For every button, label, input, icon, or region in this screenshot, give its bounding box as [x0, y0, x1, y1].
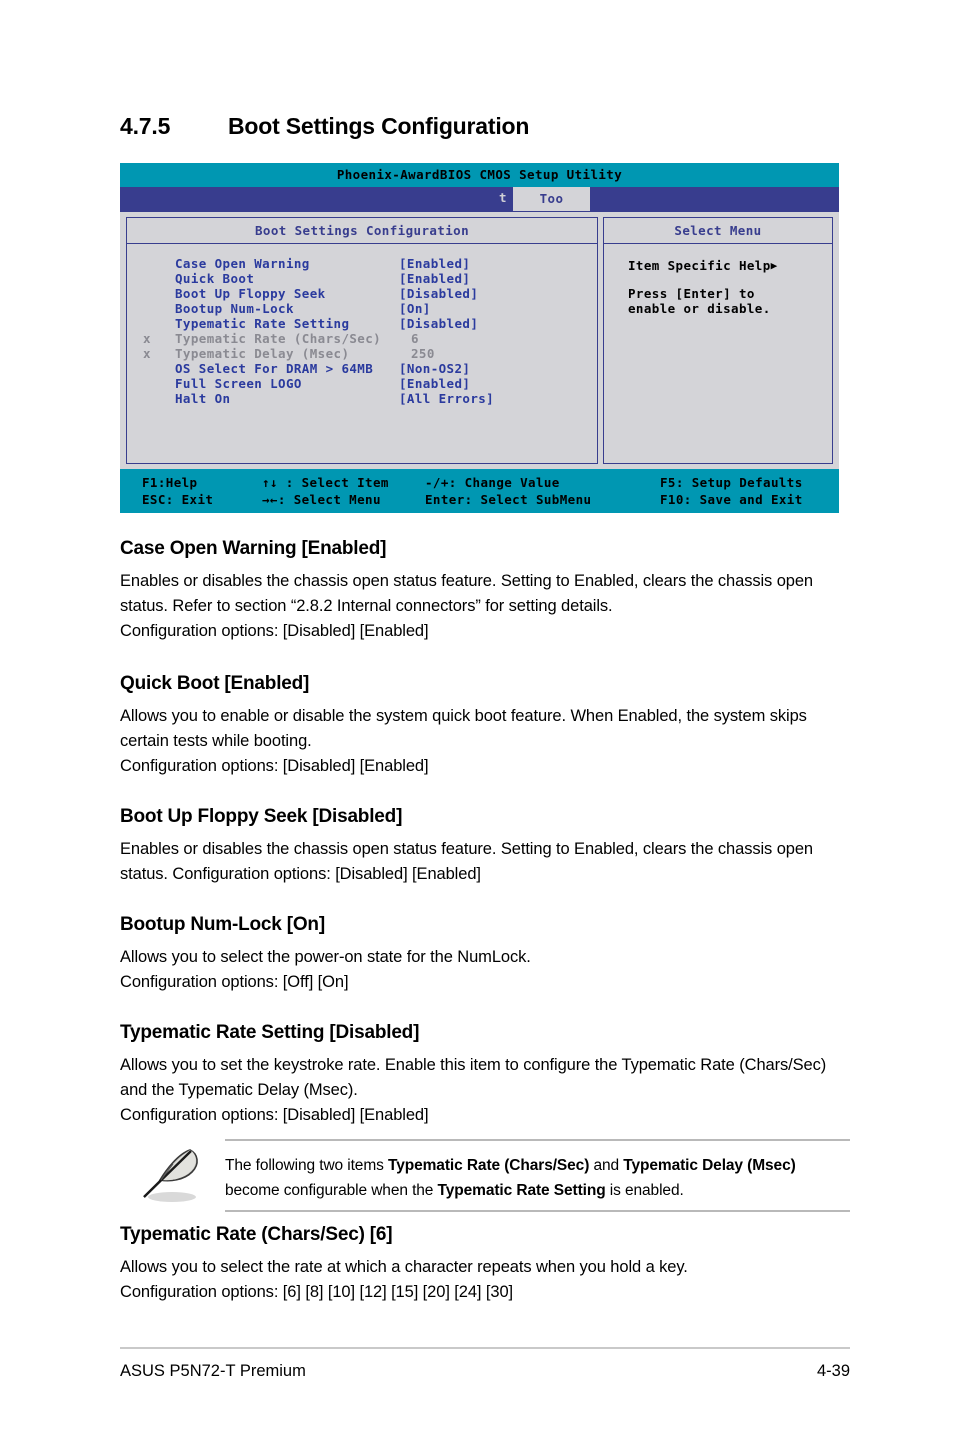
- bios-help-body: Item Specific Help▶ Press [Enter] to ena…: [604, 244, 832, 316]
- bios-option-row[interactable]: Typematic Rate Setting [Disabled]: [127, 316, 597, 331]
- bios-option-disabled-mark: x: [143, 346, 151, 361]
- bios-help-title: Item Specific Help▶: [628, 258, 832, 273]
- bios-option-value[interactable]: 6: [411, 331, 419, 346]
- block-title: Case Open Warning [Enabled]: [120, 538, 387, 559]
- legend-change-value: -/+: Change Value: [425, 475, 560, 490]
- section-title: Boot Settings Configuration: [228, 113, 530, 139]
- bios-setup-screenshot: Phoenix-AwardBIOS CMOS Setup Utility t T…: [120, 163, 839, 513]
- bios-option-label: Boot Up Floppy Seek: [175, 286, 326, 301]
- bios-help-title-text: Item Specific Help: [628, 258, 771, 273]
- bios-option-value[interactable]: [All Errors]: [399, 391, 494, 406]
- bios-menu-bar[interactable]: t Too: [120, 187, 839, 211]
- note-rule-top: [225, 1139, 850, 1141]
- content-block: Typematic Rate Setting [Disabled] Allows …: [120, 1022, 850, 1128]
- bios-option-value[interactable]: [Enabled]: [399, 376, 470, 391]
- page-number: 4-39: [816, 1362, 850, 1380]
- bios-option-label: Typematic Delay (Msec): [175, 346, 350, 361]
- bios-left-panel: Boot Settings Configuration Case Open Wa…: [126, 217, 598, 464]
- bios-option-value[interactable]: [Enabled]: [399, 256, 470, 271]
- bios-option-value[interactable]: [Non-OS2]: [399, 361, 470, 376]
- bios-option-value[interactable]: 250: [411, 346, 435, 361]
- block-title: Bootup Num-Lock [On]: [120, 914, 325, 935]
- legend-f1-help: F1:Help: [142, 475, 198, 490]
- bios-title-bar: Phoenix-AwardBIOS CMOS Setup Utility: [120, 163, 839, 187]
- triangle-right-icon: ▶: [770, 259, 778, 272]
- bios-option-label: Halt On: [175, 391, 231, 406]
- bios-menu-tab-tools[interactable]: Too: [513, 187, 590, 211]
- bios-option-row[interactable]: Bootup Num-Lock [On]: [127, 301, 597, 316]
- bios-right-panel: Select Menu Item Specific Help▶ Press [E…: [603, 217, 833, 464]
- bios-option-value[interactable]: [On]: [399, 301, 431, 316]
- block-paragraph: Allows you to select the rate at which a…: [120, 1258, 688, 1276]
- manual-page: 4.7.5 Boot Settings Configuration Phoenix…: [0, 0, 954, 1438]
- bios-option-label: Quick Boot: [175, 271, 255, 286]
- block-paragraph: Configuration options: [Disabled] [Enabl…: [120, 622, 429, 640]
- bios-left-panel-header: Boot Settings Configuration: [127, 218, 597, 244]
- bios-option-list[interactable]: Case Open Warning [Enabled] Quick Boot [Ena…: [127, 244, 597, 406]
- bios-body: Boot Settings Configuration Case Open Wa…: [120, 211, 839, 469]
- content-block: Case Open Warning [Enabled] Enables or di…: [120, 538, 850, 644]
- bios-option-row[interactable]: Case Open Warning [Enabled]: [127, 256, 597, 271]
- content-block: Bootup Num-Lock [On] Allows you to select…: [120, 914, 850, 995]
- bios-option-value[interactable]: [Enabled]: [399, 271, 470, 286]
- block-title: Typematic Rate (Chars/Sec) [6]: [120, 1224, 393, 1245]
- bios-option-label: Full Screen LOGO: [175, 376, 302, 391]
- bios-option-disabled-mark: x: [143, 331, 151, 346]
- bios-menu-partial-label: t: [499, 190, 507, 205]
- bios-option-row[interactable]: Boot Up Floppy Seek [Disabled]: [127, 286, 597, 301]
- feather-pen-icon: [128, 1144, 214, 1206]
- bios-help-text: Press [Enter] to enable or disable.: [628, 286, 771, 316]
- bios-option-label: Bootup Num-Lock: [175, 301, 294, 316]
- bios-option-row[interactable]: Halt On [All Errors]: [127, 391, 597, 406]
- bios-option-label: Typematic Rate Setting: [175, 316, 350, 331]
- bios-option-value[interactable]: [Disabled]: [399, 316, 478, 331]
- block-paragraph: Allows you to enable or disable the syst…: [120, 707, 807, 750]
- block-paragraph: Allows you to set the keystroke rate. En…: [120, 1056, 827, 1099]
- note-emphasis: Typematic Delay (Msec): [623, 1157, 796, 1174]
- block-title: Boot Up Floppy Seek [Disabled]: [120, 806, 403, 827]
- block-paragraph: Enables or disables the chassis open sta…: [120, 572, 813, 615]
- block-paragraph: Configuration options: [6] [8] [10] [12]…: [120, 1283, 514, 1301]
- bios-option-row[interactable]: Full Screen LOGO [Enabled]: [127, 376, 597, 391]
- bios-option-value[interactable]: [Disabled]: [399, 286, 478, 301]
- bios-option-row[interactable]: OS Select For DRAM > 64MB [Non-OS2]: [127, 361, 597, 376]
- block-paragraph: Enables or disables the chassis open sta…: [120, 840, 813, 883]
- note-plain: The following two items: [225, 1157, 388, 1174]
- bios-option-label: OS Select For DRAM > 64MB: [175, 361, 374, 376]
- block-title: Quick Boot [Enabled]: [120, 673, 310, 694]
- bios-option-label: Case Open Warning: [175, 256, 310, 271]
- bios-option-row[interactable]: Quick Boot [Enabled]: [127, 271, 597, 286]
- bios-right-panel-header: Select Menu: [604, 218, 832, 244]
- note-plain: is enabled.: [605, 1182, 684, 1199]
- note-emphasis: Typematic Rate Setting: [437, 1182, 606, 1199]
- block-paragraph: Allows you to select the power-on state …: [120, 948, 531, 966]
- content-block: Boot Up Floppy Seek [Disabled] Enables or…: [120, 806, 850, 887]
- note-plain: become configurable when the: [225, 1182, 438, 1199]
- bios-option-row[interactable]: x Typematic Delay (Msec) 250: [127, 346, 597, 361]
- block-title: Typematic Rate Setting [Disabled]: [120, 1022, 420, 1043]
- legend-select-menu: →←: Select Menu: [262, 492, 381, 507]
- note-box: The following two items Typematic Rate (…: [120, 1136, 850, 1214]
- block-paragraph: Configuration options: [Disabled] [Enabl…: [120, 1106, 429, 1124]
- section-heading: 4.7.5 Boot Settings Configuration: [120, 113, 850, 140]
- section-number: 4.7.5: [120, 113, 171, 139]
- note-rule-bottom: [225, 1210, 850, 1212]
- bios-option-label: Typematic Rate (Chars/Sec): [175, 331, 382, 346]
- note-emphasis: Typematic Rate (Chars/Sec): [388, 1157, 590, 1174]
- content-block: Quick Boot [Enabled] Allows you to enable…: [120, 673, 850, 779]
- note-plain: and: [589, 1157, 624, 1174]
- legend-esc-exit: ESC: Exit: [142, 492, 214, 507]
- legend-setup-defaults: F5: Setup Defaults: [660, 475, 803, 490]
- block-paragraph: Configuration options: [Disabled] [Enabl…: [120, 757, 429, 775]
- block-paragraph: Configuration options: [Off] [On]: [120, 973, 349, 991]
- legend-save-and-exit: F10: Save and Exit: [660, 492, 803, 507]
- content-block: Typematic Rate (Chars/Sec) [6] Allows you…: [120, 1224, 850, 1305]
- bios-key-legend: F1:Help ESC: Exit ↑↓ : Select Item →←: S…: [120, 469, 839, 513]
- legend-select-submenu: Enter: Select SubMenu: [425, 492, 592, 507]
- bios-option-row[interactable]: x Typematic Rate (Chars/Sec) 6: [127, 331, 597, 346]
- page-footer-rule: [120, 1347, 850, 1349]
- note-text: The following two items Typematic Rate (…: [225, 1153, 845, 1203]
- legend-select-item: ↑↓ : Select Item: [262, 475, 389, 490]
- page-footer-product: ASUS P5N72-T Premium: [120, 1362, 306, 1380]
